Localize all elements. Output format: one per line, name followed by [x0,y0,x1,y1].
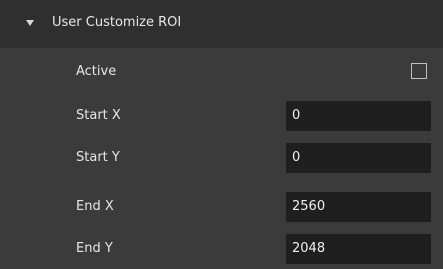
start-y-input[interactable] [286,143,431,173]
row-end-y: End Y [0,229,443,269]
row-start-y: Start Y [0,138,443,178]
start-y-label: Start Y [76,150,120,165]
start-x-label: Start X [76,108,121,123]
end-x-label: End X [76,199,114,214]
row-start-x: Start X [0,96,443,136]
row-end-x: End X [0,187,443,227]
start-x-input[interactable] [286,101,431,131]
roi-settings-panel: User Customize ROI Active Start X Start … [0,0,443,269]
section-header-user-customize-roi[interactable]: User Customize ROI [0,0,443,48]
row-active: Active [0,52,443,92]
end-x-input[interactable] [286,192,431,222]
active-label: Active [76,64,117,79]
caret-down-icon[interactable] [26,20,34,26]
section-title: User Customize ROI [52,15,182,30]
active-checkbox[interactable] [411,63,427,79]
end-y-label: End Y [76,241,113,256]
end-y-input[interactable] [286,234,431,264]
